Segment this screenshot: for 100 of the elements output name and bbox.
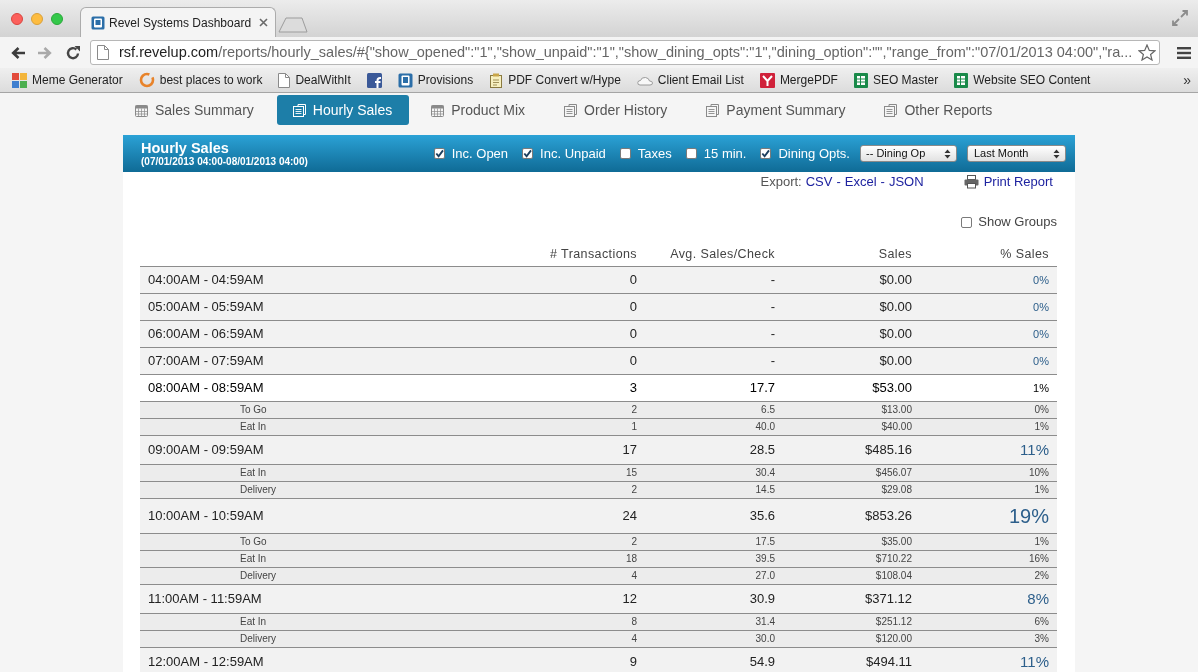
- table-row[interactable]: 12:00AM - 12:59AM 9 54.9 $494.11 11%: [140, 648, 1057, 672]
- checkbox[interactable]: [760, 148, 772, 159]
- document-icon: [292, 103, 306, 117]
- address-bar[interactable]: rsf.revelup.com/reports/hourly_sales/#{"show_opened":"1","show_unpaid":"1","show_dining_opts":"1","dining_option":"","range_from":"07/01/2013 04:00","ra...: [90, 40, 1160, 65]
- table-cell-text: 4: [630, 633, 638, 645]
- table-cell-text: -: [769, 354, 776, 368]
- table-cell-text: 14.5: [754, 484, 776, 496]
- page-icon: [97, 45, 109, 60]
- bookmark-item[interactable]: Website SEO Content: [954, 71, 1091, 89]
- bookmark-item[interactable]: best places to work: [138, 71, 263, 89]
- dropdown-select[interactable]: -- Dining Op: [860, 145, 957, 162]
- row-label: 09:00AM - 09:59AM: [147, 443, 265, 457]
- report-tab[interactable]: Sales Summary: [119, 95, 271, 125]
- table-row[interactable]: 07:00AM - 07:59AM 0 - $0.00 0%: [140, 348, 1057, 375]
- tablet-icon: [397, 72, 413, 88]
- bookmark-item[interactable]: PDF Convert w/Hype: [489, 71, 621, 89]
- report-tab[interactable]: Product Mix: [415, 95, 543, 125]
- checkbox[interactable]: [685, 148, 697, 159]
- sub-row-label: Eat In: [239, 467, 268, 479]
- bookmark-item[interactable]: Client Email List: [636, 71, 744, 89]
- report-tab[interactable]: Other Reports: [868, 95, 1010, 125]
- table-cell-text: $13.00: [880, 404, 913, 416]
- report-tab[interactable]: Payment Summary: [690, 95, 863, 125]
- table-cell-text: $120.00: [874, 633, 913, 645]
- checkbox[interactable]: [433, 148, 445, 159]
- table-row[interactable]: 10:00AM - 10:59AM 24 35.6 $853.26 19%: [140, 499, 1057, 534]
- ribbon-icon: [759, 72, 775, 88]
- checkbox[interactable]: [619, 148, 631, 159]
- select-arrows-icon: [1053, 148, 1060, 159]
- close-icon[interactable]: [259, 18, 269, 27]
- page-icon: [278, 72, 291, 88]
- report-tab[interactable]: Hourly Sales: [276, 95, 410, 125]
- dropdown-select[interactable]: Last Month: [967, 145, 1066, 162]
- bookmark-item[interactable]: Meme Generator: [12, 71, 123, 89]
- table-cell-text: 2%: [1033, 570, 1050, 582]
- table-row[interactable]: 05:00AM - 05:59AM 0 - $0.00 0%: [140, 294, 1057, 321]
- fullscreen-icon[interactable]: [1172, 10, 1188, 26]
- table-cell-text: 6.5: [760, 404, 776, 416]
- checkbox-label: Inc. Open: [451, 144, 509, 163]
- browser-tab[interactable]: Revel Systems Dashboard: [80, 7, 276, 37]
- table-cell-text: $40.00: [880, 421, 913, 433]
- table-cell-text: $485.16: [864, 443, 913, 457]
- bookmark-item[interactable]: DealWithIt: [278, 71, 351, 89]
- checkbox[interactable]: [522, 148, 534, 159]
- row-label: 07:00AM - 07:59AM: [147, 354, 265, 368]
- column-header: Sales: [877, 246, 913, 263]
- table-cell-text: $251.12: [874, 616, 913, 628]
- window-close-button[interactable]: [11, 13, 23, 25]
- table-cell-text: 1%: [1033, 484, 1050, 496]
- sub-row-label: Delivery: [239, 570, 278, 582]
- export-link[interactable]: JSON: [888, 172, 924, 192]
- bookmark-star-icon[interactable]: [1138, 44, 1156, 61]
- checkbox[interactable]: [961, 216, 973, 228]
- table-row[interactable]: 06:00AM - 06:59AM 0 - $0.00 0%: [140, 321, 1057, 348]
- bookmark-item[interactable]: SEO Master: [853, 71, 939, 89]
- date-range-text: (07/01/2013 04:00-08/01/2013 04:00): [141, 155, 308, 168]
- table-cell-text: 2: [630, 536, 638, 548]
- bookmarks-overflow-button[interactable]: »: [1183, 69, 1191, 91]
- table-cell-text: 9: [628, 655, 638, 669]
- column-header: % Sales: [999, 246, 1050, 263]
- document-icon: [706, 103, 720, 117]
- column-header: Avg. Sales/Check: [669, 246, 776, 263]
- table-cell-text: $0.00: [878, 327, 913, 341]
- table-cell-text: 28.5: [748, 443, 776, 457]
- table-cell-text: -: [769, 273, 776, 287]
- table-row[interactable]: 09:00AM - 09:59AM 17 28.5 $485.16 11%: [140, 436, 1057, 465]
- row-label: 10:00AM - 10:59AM: [147, 509, 265, 523]
- reload-icon[interactable]: [65, 44, 81, 61]
- table-cell-text: 0: [628, 354, 638, 368]
- table-cell-text: $0.00: [878, 273, 913, 287]
- document-icon: [564, 103, 578, 117]
- table-row[interactable]: 11:00AM - 11:59AM 12 30.9 $371.12 8%: [140, 585, 1057, 614]
- bookmark-item[interactable]: Provisions: [397, 71, 474, 89]
- link-separator: -: [836, 173, 841, 192]
- bookmark-item[interactable]: [366, 72, 382, 88]
- bookmark-item[interactable]: MergePDF: [759, 71, 838, 89]
- table-cell-text: $494.11: [864, 655, 913, 669]
- table-cell-text: 17: [621, 443, 638, 457]
- row-label: 12:00AM - 12:59AM: [147, 655, 265, 669]
- printer-icon: [963, 175, 979, 189]
- table-row[interactable]: 04:00AM - 04:59AM 0 - $0.00 0%: [140, 267, 1057, 294]
- column-header: # Transactions: [549, 246, 638, 263]
- table-cell-text: 11%: [1019, 654, 1050, 670]
- report-tab[interactable]: Order History: [548, 95, 685, 125]
- table-cell-text: 8%: [1026, 591, 1050, 607]
- table-cell-text: 8: [630, 616, 638, 628]
- table-cell-text: 10%: [1028, 467, 1050, 479]
- table-cell-text: 2: [630, 484, 638, 496]
- table-cell-text: 0: [628, 300, 638, 314]
- sub-row-label: Delivery: [239, 484, 278, 496]
- table-cell-text: 0: [628, 327, 638, 341]
- export-link[interactable]: CSV: [805, 172, 833, 192]
- menu-icon[interactable]: [1177, 46, 1191, 59]
- tile-grid-icon: [12, 72, 27, 88]
- table-cell-text: $0.00: [878, 300, 913, 314]
- table-cell-text: 11%: [1019, 442, 1050, 458]
- print-report-link[interactable]: Print Report: [983, 172, 1053, 192]
- export-link[interactable]: Excel: [844, 172, 877, 192]
- back-arrow-icon[interactable]: [10, 45, 26, 60]
- table-cell-text: 0%: [1032, 354, 1050, 368]
